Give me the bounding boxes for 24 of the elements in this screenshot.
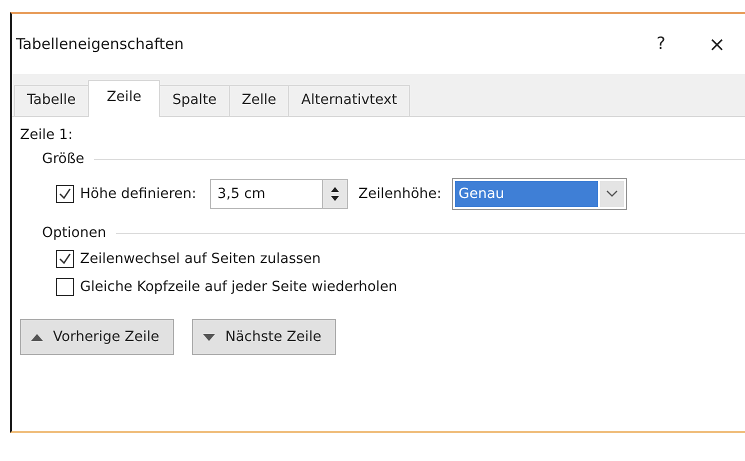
triangle-down-icon	[203, 334, 216, 340]
field-label: Zeilenhöhe:	[358, 186, 442, 202]
tab[interactable]: Alternativtext	[288, 85, 410, 116]
group-title: Optionen	[42, 225, 106, 241]
checkbox[interactable]	[56, 250, 74, 268]
checkbox-label: Höhe definieren:	[80, 186, 196, 202]
help-button[interactable]: ?	[633, 33, 689, 55]
tab[interactable]: Tabelle	[14, 85, 89, 116]
nav-button[interactable]: Vorherige Zeile	[20, 319, 174, 355]
triangle-up-icon	[31, 334, 43, 340]
tab[interactable]: Zeile	[88, 80, 160, 117]
group-title: Größe	[42, 151, 84, 167]
chevron-down-icon	[606, 190, 618, 198]
spinner-arrows-icon[interactable]	[322, 180, 348, 208]
checkbox-label: Gleiche Kopfzeile auf jeder Seite wiederholen	[80, 279, 398, 295]
row-heading: Zeile 1:	[20, 127, 74, 143]
height-field[interactable]: 3,5 cm	[210, 179, 348, 209]
nav-button[interactable]: Nächste Zeile	[192, 319, 336, 355]
checkbox-label: Zeilenwechsel auf Seiten zulassen	[80, 251, 321, 267]
checkbox[interactable]	[56, 185, 74, 203]
close-button[interactable]: ×	[689, 31, 745, 57]
row-height-dropdown[interactable]: Genau	[452, 178, 626, 210]
checkbox[interactable]	[56, 278, 74, 296]
window-title: Tabelleneigenschaften	[16, 35, 185, 53]
